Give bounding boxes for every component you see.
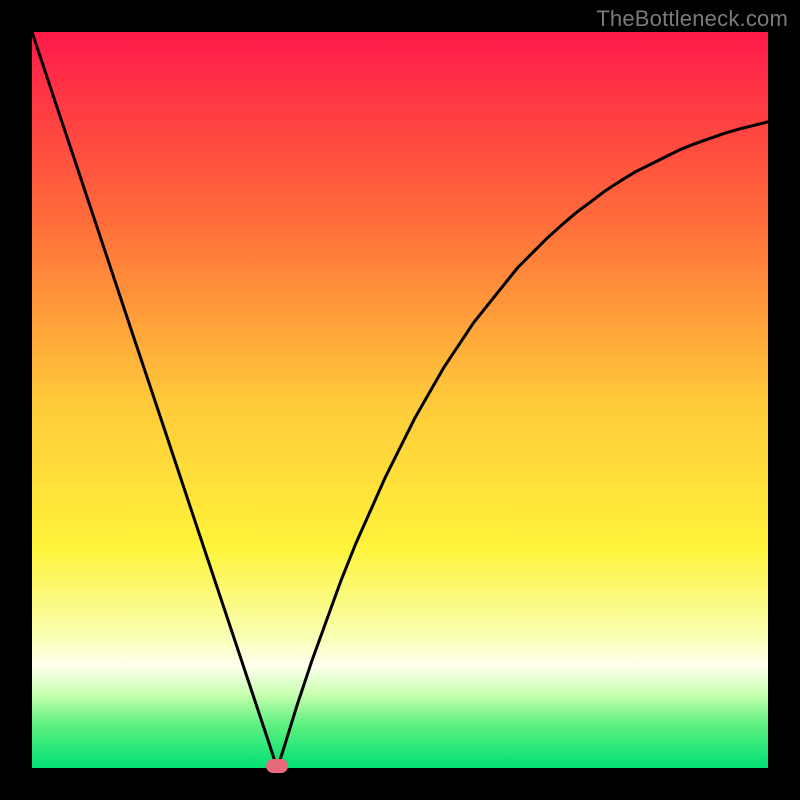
attribution-text: TheBottleneck.com (596, 6, 788, 32)
plot-background (32, 32, 768, 768)
chart-container: { "attribution": "TheBottleneck.com", "c… (0, 0, 800, 800)
chart-svg (0, 0, 800, 800)
minimum-marker (266, 759, 288, 773)
